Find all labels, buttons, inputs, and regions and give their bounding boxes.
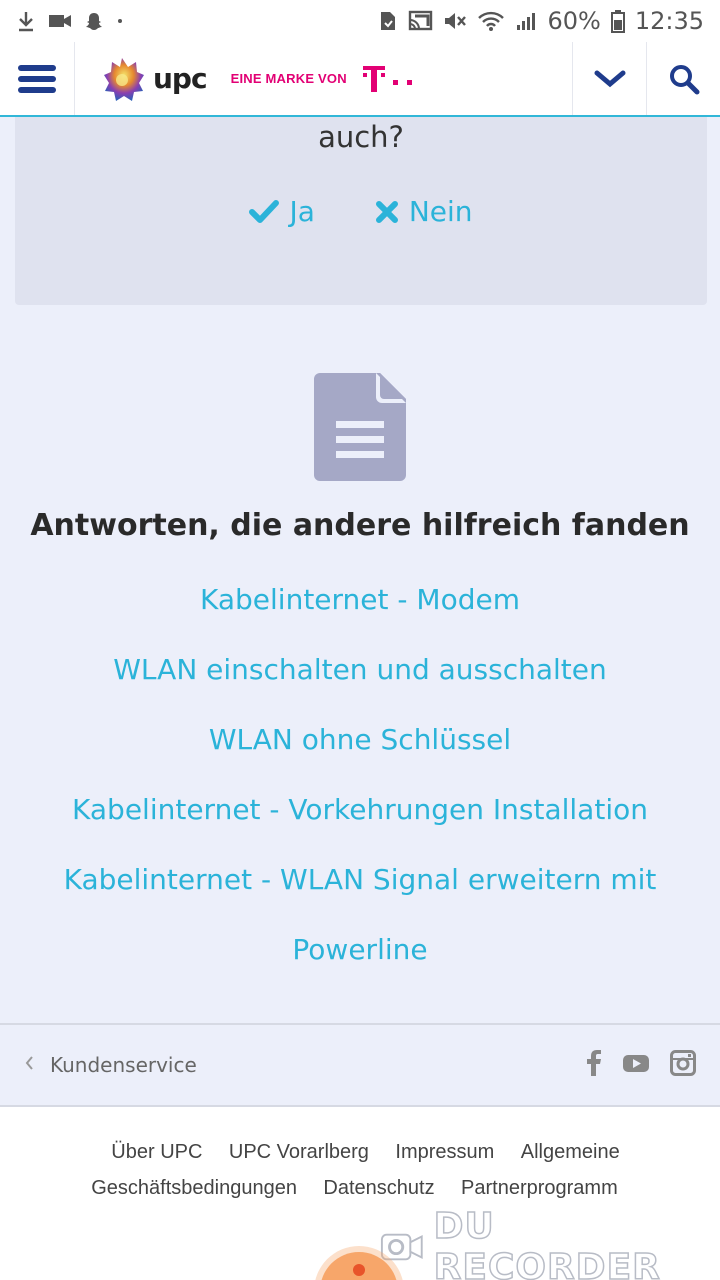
menu-button[interactable] [0,42,75,115]
breadcrumb-label: Kundenservice [50,1053,197,1077]
breadcrumb[interactable]: Kundenservice [24,1053,197,1077]
chevron-down-icon [594,70,625,87]
footer-link[interactable]: Partnerprogramm [461,1177,618,1199]
status-bar-right: 60% 12:35 [379,7,704,35]
checkmark-icon [249,199,280,223]
breadcrumb-bar: Kundenservice [0,1023,720,1107]
watermark-text: DU RECORDER [433,1205,661,1280]
snapchat-icon [84,11,104,31]
search-button[interactable] [646,42,720,115]
social-links [586,1049,696,1081]
youtube-icon[interactable] [622,1052,650,1079]
no-button[interactable]: Nein [375,195,473,228]
yes-button[interactable]: Ja [249,195,315,228]
status-bar-left [16,10,124,32]
answer-link[interactable]: Kabelinternet - Modem [50,565,670,635]
answers-list: Kabelinternet - Modem WLAN einschalten u… [50,565,670,985]
chevron-left-icon [24,1054,34,1077]
wifi-icon [477,10,505,32]
no-label: Nein [408,195,473,228]
recorder-camera-icon [380,1233,423,1261]
brand-logo[interactable]: upc EINE MARKE VON [75,42,572,115]
site-header: upc EINE MARKE VON [0,42,720,117]
answer-link[interactable]: WLAN ohne Schlüssel [50,705,670,775]
record-dot-icon [353,1264,365,1276]
clock: 12:35 [634,7,704,35]
battery-icon [610,9,625,33]
footer-link[interactable]: UPC Vorarlberg [229,1141,369,1163]
footer-link[interactable]: Datenschutz [323,1177,434,1199]
feedback-actions: Ja Nein [15,195,707,228]
yes-label: Ja [289,195,315,228]
recorder-watermark: DU RECORDER [380,1205,720,1280]
footer-link[interactable]: Über UPC [111,1141,202,1163]
brand-tagline: EINE MARKE VON [230,71,347,86]
mute-icon [443,10,467,32]
brand-name: upc [153,62,208,95]
answers-title: Antworten, die andere hilfreich fanden [30,508,690,543]
download-icon [16,10,36,32]
signal-icon [515,10,537,32]
facebook-icon[interactable] [586,1049,602,1081]
footer-links: Über UPC UPC Vorarlberg Impressum Allgem… [40,1135,680,1207]
upc-cube-icon [104,57,144,101]
answer-link[interactable]: Kabelinternet - WLAN Signal erweitern mi… [50,845,670,985]
search-icon [669,64,699,94]
feedback-box: auch? Ja Nein [15,117,707,305]
answer-link[interactable]: WLAN einschalten und ausschalten [50,635,670,705]
document-icon [314,373,406,486]
sim-icon [379,10,397,32]
telekom-logo [362,65,415,92]
telekom-t-icon [362,65,412,92]
close-icon [375,200,398,223]
answer-link[interactable]: Kabelinternet - Vorkehrungen Installatio… [50,775,670,845]
feedback-question: auch? [318,120,404,154]
instagram-icon[interactable] [670,1049,696,1081]
hamburger-icon [18,64,56,93]
expand-button[interactable] [572,42,646,115]
video-camera-icon [48,12,72,30]
footer-link[interactable]: Impressum [395,1141,494,1163]
battery-percent: 60% [547,7,601,35]
cast-icon [407,10,433,32]
status-bar: 60% 12:35 [0,0,720,42]
notification-dot-icon [116,17,124,25]
